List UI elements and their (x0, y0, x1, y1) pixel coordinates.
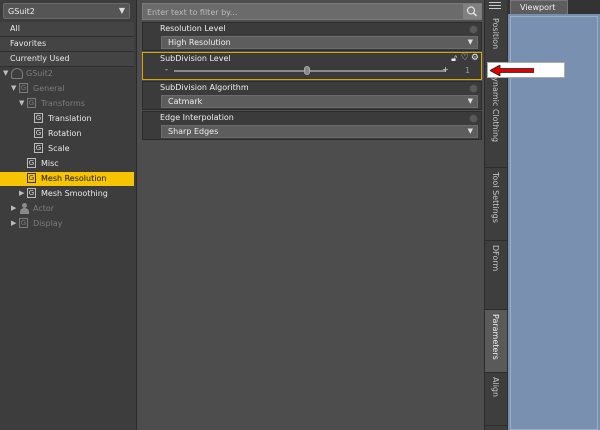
group-icon: G (34, 143, 43, 153)
chevron-down-icon: ▼ (467, 97, 473, 105)
search-icon[interactable] (463, 4, 481, 19)
chevron-down-icon: ▼ (467, 38, 473, 46)
tree-item-label: Rotation (48, 129, 82, 138)
filter-label: Currently Used (10, 54, 70, 63)
group-icon: G (34, 128, 43, 138)
tree-item-scale[interactable]: G Scale (0, 142, 134, 156)
gear-icon[interactable]: ⚙ (471, 53, 479, 63)
tree-item-label: Translation (48, 114, 92, 123)
group-icon: G (34, 113, 43, 123)
tree-item-label: Scale (48, 144, 70, 153)
figure-icon (11, 68, 23, 79)
tree-item-display[interactable]: ▶ G Display (0, 217, 134, 231)
filter-bar (142, 3, 482, 20)
dropdown-value: Catmark (168, 97, 203, 106)
tab-label: Viewport (520, 3, 556, 12)
tab-parameters[interactable]: Parameters (485, 310, 507, 373)
tab-label: Tool Settings (491, 172, 500, 223)
tab-label: Parameters (491, 314, 500, 360)
property-title: SubDivision Algorithm (160, 83, 249, 92)
tab-position[interactable]: Position (485, 14, 507, 67)
filter-all[interactable]: All (0, 22, 134, 37)
group-icon: G (27, 188, 36, 198)
tree-item-general[interactable]: ▼ G General (0, 82, 134, 96)
tab-label: Align (491, 377, 500, 398)
dropdown-value: High Resolution (168, 38, 231, 47)
status-dot-icon (469, 25, 478, 34)
tree-item-label: Misc (41, 159, 59, 168)
group-icon: G (27, 98, 36, 108)
node-select-value: GSuit2 (8, 7, 35, 16)
menu-icon[interactable] (489, 2, 501, 11)
property-edge-interpolation: Edge Interpolation Sharp Edges ▼ (142, 111, 482, 140)
subdivision-algorithm-dropdown[interactable]: Catmark ▼ (161, 95, 478, 108)
tab-label: Position (491, 18, 500, 50)
annotation-callout (487, 62, 565, 78)
filter-currently-used[interactable]: Currently Used (0, 52, 134, 67)
tree-item-gsuit2[interactable]: ▼ GSuit2 (0, 67, 134, 81)
group-icon: G (27, 158, 36, 168)
person-icon (19, 203, 29, 214)
tab-tool-settings[interactable]: Tool Settings (485, 168, 507, 241)
group-icon: G (19, 218, 28, 228)
property-resolution-level: Resolution Level High Resolution ▼ (142, 22, 482, 51)
tree-item-label: Display (33, 219, 63, 228)
filter-label: Favorites (10, 39, 47, 48)
group-icon: G (19, 83, 28, 93)
expand-triangle-icon[interactable]: ▶ (19, 189, 24, 197)
dropdown-value: Sharp Edges (168, 127, 219, 136)
tree-item-label: Mesh Resolution (41, 174, 107, 183)
lock-icon[interactable]: 🔓︎ (451, 54, 457, 64)
status-dot-icon (469, 84, 478, 93)
tree-item-actor[interactable]: ▶ Actor (0, 202, 134, 216)
tab-viewport[interactable]: Viewport (510, 0, 568, 14)
expand-triangle-icon[interactable]: ▶ (11, 204, 16, 212)
property-title: Resolution Level (160, 24, 226, 33)
property-subdivision-algorithm: SubDivision Algorithm Catmark ▼ (142, 81, 482, 110)
expand-triangle-icon[interactable]: ▼ (11, 84, 16, 92)
tree-item-transforms[interactable]: ▼ G Transforms (0, 97, 134, 111)
filter-label: All (10, 24, 20, 33)
tree-item-translation[interactable]: G Translation (0, 112, 134, 126)
property-subdivision-level: SubDivision Level 🔓︎ ♡ ⚙ - + 1 (142, 52, 482, 80)
slider-increment[interactable]: + (442, 65, 449, 74)
node-select-dropdown[interactable]: GSuit2 ▼ (3, 3, 130, 19)
tree-item-rotation[interactable]: G Rotation (0, 127, 134, 141)
tree-item-label: GSuit2 (26, 69, 53, 78)
chevron-down-icon: ▼ (118, 6, 125, 15)
tree-item-label: Actor (33, 204, 55, 213)
tab-label: DForm (491, 245, 500, 272)
red-arrow-icon (490, 65, 534, 76)
tree-item-mesh-resolution[interactable]: G Mesh Resolution (0, 172, 134, 186)
viewport-canvas[interactable] (510, 16, 598, 430)
property-title: Edge Interpolation (160, 113, 234, 122)
expand-triangle-icon[interactable]: ▼ (19, 99, 24, 107)
resolution-level-dropdown[interactable]: High Resolution ▼ (161, 36, 478, 49)
tab-dform[interactable]: DForm (485, 241, 507, 310)
chevron-down-icon: ▼ (467, 127, 473, 135)
filter-input[interactable] (145, 5, 459, 20)
expand-triangle-icon[interactable]: ▶ (11, 219, 16, 227)
filter-favorites[interactable]: Favorites (0, 37, 134, 52)
group-icon: G (27, 173, 36, 183)
tree-item-mesh-smoothing[interactable]: ▶ G Mesh Smoothing (0, 187, 134, 201)
edge-interpolation-dropdown[interactable]: Sharp Edges ▼ (161, 125, 478, 138)
subdivision-value[interactable]: 1 (465, 66, 470, 75)
tree-item-label: Transforms (41, 99, 85, 108)
heart-icon[interactable]: ♡ (461, 53, 469, 63)
status-dot-icon (469, 114, 478, 123)
tree-item-label: General (33, 84, 65, 93)
slider-decrement[interactable]: - (165, 65, 168, 74)
tree-item-misc[interactable]: G Misc (0, 157, 134, 171)
tab-dynamic-clothing[interactable]: Dynamic Clothing (485, 67, 507, 168)
expand-triangle-icon[interactable]: ▼ (3, 69, 8, 77)
subdivision-slider-thumb[interactable] (304, 66, 311, 75)
tab-align[interactable]: Align (485, 373, 507, 426)
property-title: SubDivision Level (160, 54, 231, 63)
tab-label: Dynamic Clothing (491, 71, 500, 143)
tree-item-label: Mesh Smoothing (41, 189, 108, 198)
